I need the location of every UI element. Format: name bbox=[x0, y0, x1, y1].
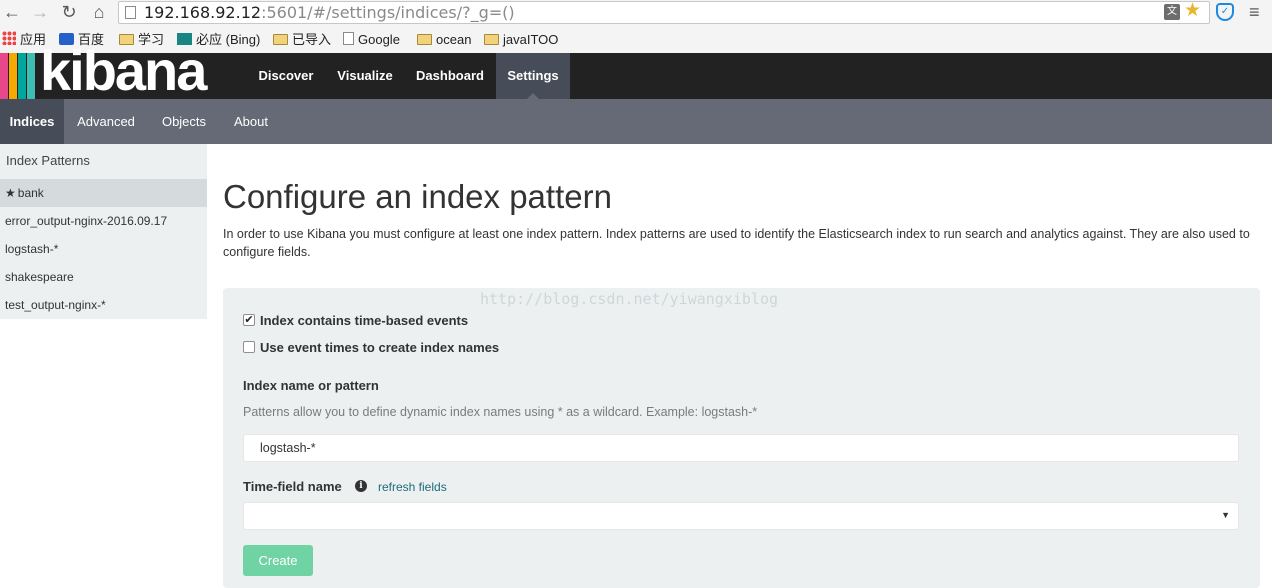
bookmark-star-icon[interactable]: ★ bbox=[1184, 1, 1201, 21]
index-patterns-sidebar: Index Patterns ★ bank error_output-nginx-… bbox=[0, 144, 207, 319]
folder-icon bbox=[484, 34, 499, 45]
event-times-label: Use event times to create index names bbox=[260, 340, 500, 355]
menu-icon[interactable]: ≡ bbox=[1249, 2, 1260, 22]
index-pattern-input[interactable]: logstash-* bbox=[243, 434, 1239, 462]
back-arrow-icon[interactable]: ← bbox=[1, 2, 23, 22]
nav-settings-label: Settings bbox=[507, 68, 559, 83]
index-name-label: Index name or pattern bbox=[243, 378, 379, 393]
reload-icon[interactable]: ↻ bbox=[58, 2, 80, 22]
sidebar-item-label: bank bbox=[17, 186, 44, 200]
refresh-fields-link[interactable]: refresh fields bbox=[378, 480, 447, 494]
bookmark-google[interactable]: Google bbox=[343, 31, 400, 49]
folder-icon bbox=[417, 34, 432, 45]
apps-grid-icon bbox=[2, 31, 16, 45]
event-times-checkbox-row[interactable]: Use event times to create index names bbox=[243, 339, 499, 357]
event-times-checkbox[interactable] bbox=[243, 341, 255, 353]
sidebar-item-test-output[interactable]: test_output-nginx-* bbox=[0, 291, 207, 319]
info-icon[interactable]: i bbox=[355, 480, 367, 492]
logo-stripe bbox=[9, 53, 17, 99]
sidebar-item-logstash[interactable]: logstash-* bbox=[0, 235, 207, 263]
page-icon bbox=[125, 6, 136, 19]
sidebar-heading: Index Patterns bbox=[6, 153, 90, 168]
bookmark-ocean[interactable]: ocean bbox=[417, 31, 471, 49]
time-field-label: Time-field name bbox=[243, 479, 342, 494]
sidebar-item-error-output[interactable]: error_output-nginx-2016.09.17 bbox=[0, 207, 207, 235]
logo-wordmark: kibana bbox=[40, 39, 207, 102]
index-name-help: Patterns allow you to define dynamic ind… bbox=[243, 405, 758, 419]
home-icon[interactable]: ⌂ bbox=[88, 2, 110, 22]
time-based-checkbox[interactable]: ✔ bbox=[243, 314, 255, 326]
bookmark-javaitoo[interactable]: javaITOO bbox=[484, 31, 558, 49]
tab-about[interactable]: About bbox=[220, 99, 282, 144]
sidebar-item-shakespeare[interactable]: shakespeare bbox=[0, 263, 207, 291]
logo-stripe bbox=[18, 53, 26, 99]
address-bar[interactable]: 192.168.92.12:5601/#/settings/indices/?_… bbox=[118, 1, 1210, 24]
forward-arrow-icon[interactable]: → bbox=[29, 2, 51, 22]
tab-advanced[interactable]: Advanced bbox=[64, 99, 148, 144]
address-row: ← → ↻ ⌂ 192.168.92.12:5601/#/settings/in… bbox=[0, 0, 1272, 26]
url-text: 192.168.92.12:5601/#/settings/indices/?_… bbox=[144, 3, 515, 22]
nav-settings[interactable]: Settings bbox=[496, 53, 570, 99]
sidebar-item-bank[interactable]: ★ bank bbox=[0, 179, 207, 207]
kibana-logo[interactable]: kibana bbox=[0, 43, 227, 99]
page-title: Configure an index pattern bbox=[223, 178, 612, 215]
intro-text: In order to use Kibana you must configur… bbox=[223, 227, 1250, 259]
tab-objects[interactable]: Objects bbox=[148, 99, 220, 144]
time-based-label: Index contains time-based events bbox=[260, 313, 469, 328]
nav-dashboard[interactable]: Dashboard bbox=[406, 53, 494, 99]
extension-shield-icon[interactable]: ✓ bbox=[1216, 3, 1234, 21]
time-field-select[interactable]: ▼ bbox=[243, 502, 1239, 530]
translate-icon[interactable]: 文 bbox=[1164, 4, 1180, 20]
watermark: http://blog.csdn.net/yiwangxiblog bbox=[480, 290, 779, 308]
folder-icon bbox=[273, 34, 288, 45]
default-star-icon: ★ bbox=[5, 186, 16, 200]
chevron-down-icon: ▼ bbox=[1221, 510, 1230, 520]
logo-stripe bbox=[0, 53, 8, 99]
tab-indices[interactable]: Indices bbox=[0, 99, 64, 144]
top-navbar: kibana Discover Visualize Dashboard Sett… bbox=[0, 43, 1272, 99]
nav-visualize[interactable]: Visualize bbox=[327, 53, 403, 99]
nav-discover[interactable]: Discover bbox=[248, 53, 324, 99]
create-button[interactable]: Create bbox=[243, 545, 313, 576]
logo-stripe bbox=[27, 53, 35, 99]
bookmark-imported[interactable]: 已导入 bbox=[273, 31, 331, 49]
time-based-checkbox-row[interactable]: ✔ Index contains time-based events bbox=[243, 312, 468, 330]
page-icon bbox=[343, 32, 354, 45]
settings-subnav: Indices Advanced Objects About bbox=[0, 99, 1272, 144]
